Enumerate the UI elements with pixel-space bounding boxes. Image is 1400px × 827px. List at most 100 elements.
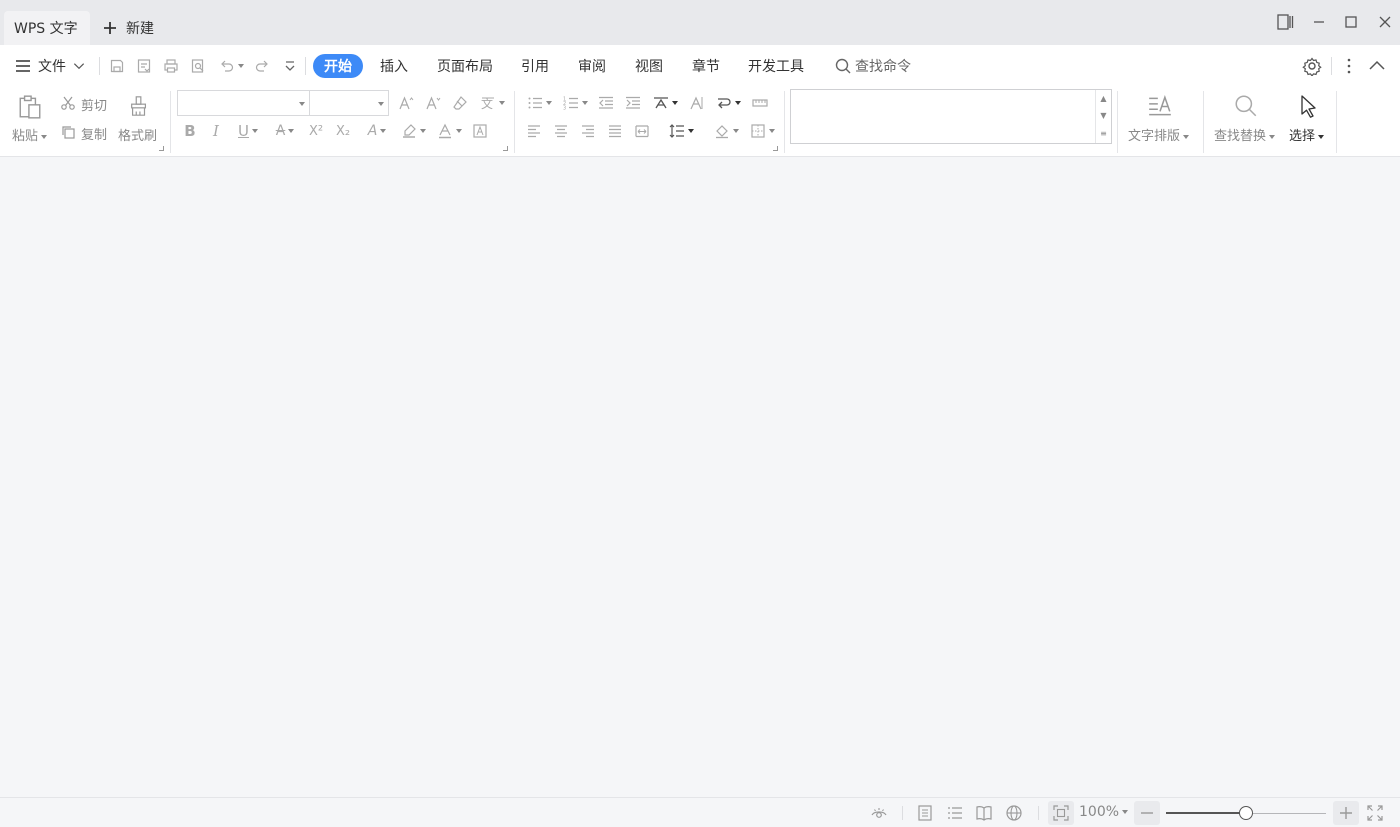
- print-button[interactable]: [161, 56, 181, 76]
- page-view-button[interactable]: [916, 804, 934, 822]
- zoom-in-button[interactable]: [1337, 804, 1355, 822]
- bullet-list-button[interactable]: [524, 93, 554, 113]
- maximize-button[interactable]: [1339, 10, 1363, 34]
- chinese-layout-button[interactable]: [650, 93, 680, 113]
- collapse-ribbon-button[interactable]: [1366, 55, 1388, 77]
- align-center-button[interactable]: [551, 121, 571, 141]
- numbered-list-button[interactable]: 123: [560, 93, 590, 113]
- minimize-button[interactable]: [1307, 10, 1331, 34]
- close-button[interactable]: [1373, 10, 1397, 34]
- distribute-button[interactable]: [632, 121, 652, 141]
- bold-button[interactable]: B: [181, 121, 199, 141]
- strikethrough-button[interactable]: A: [270, 121, 300, 141]
- format-painter-icon-wrap[interactable]: [127, 93, 151, 119]
- increase-indent-button[interactable]: [623, 93, 643, 113]
- style-gallery[interactable]: ▲ ▼ ≡: [790, 89, 1112, 144]
- find-replace-button[interactable]: 查找替换: [1214, 125, 1276, 144]
- clear-format-button[interactable]: [450, 93, 470, 113]
- line-break-button[interactable]: [713, 93, 743, 113]
- paragraph-dialog-launcher[interactable]: [773, 146, 778, 151]
- font-dialog-launcher[interactable]: [503, 146, 508, 151]
- font-name-select[interactable]: [177, 90, 310, 116]
- tab-0[interactable]: 开始: [313, 54, 363, 78]
- character-border-button[interactable]: [470, 121, 490, 141]
- border-button[interactable]: [747, 121, 777, 141]
- document-area[interactable]: [0, 157, 1400, 797]
- superscript-button[interactable]: X²: [306, 121, 326, 141]
- text-direction-button[interactable]: [686, 93, 706, 113]
- document-tab-label: WPS 文字: [14, 21, 78, 37]
- tab-6[interactable]: 章节: [692, 54, 720, 78]
- tab-2[interactable]: 页面布局: [437, 54, 493, 78]
- clipboard-dialog-launcher[interactable]: [159, 146, 164, 151]
- zoom-slider-thumb[interactable]: [1239, 806, 1253, 820]
- undo-button[interactable]: [216, 56, 246, 76]
- reading-view-button[interactable]: [975, 804, 993, 822]
- text-layout-icon-wrap[interactable]: [1146, 92, 1174, 120]
- select-button[interactable]: 选择: [1289, 125, 1325, 144]
- tab-7[interactable]: 开发工具: [748, 54, 804, 78]
- font-size-select[interactable]: [310, 90, 389, 116]
- scroll-up-icon[interactable]: ▲: [1100, 94, 1106, 103]
- chevron-up-icon: [1369, 60, 1385, 70]
- italic-button[interactable]: I: [207, 121, 225, 141]
- outdent-icon: [599, 96, 613, 109]
- tab-1[interactable]: 插入: [380, 54, 408, 78]
- settings-button[interactable]: [1301, 55, 1323, 77]
- format-painter-button[interactable]: 格式刷: [118, 125, 157, 144]
- document-tab-active[interactable]: WPS 文字: [4, 11, 90, 45]
- tab-5[interactable]: 视图: [635, 54, 663, 78]
- print-preview-button[interactable]: [188, 56, 208, 76]
- select-icon-wrap[interactable]: [1294, 92, 1322, 120]
- grow-font-button[interactable]: [396, 93, 416, 113]
- copy-icon-wrap[interactable]: [58, 123, 78, 141]
- copy-button[interactable]: 复制: [81, 124, 107, 143]
- outline-view-button[interactable]: [946, 804, 964, 822]
- fullscreen-button[interactable]: [1366, 804, 1384, 822]
- zoom-level-value: 100%: [1079, 804, 1120, 820]
- scroll-down-icon[interactable]: ▼: [1100, 112, 1106, 120]
- save-button[interactable]: [107, 56, 127, 76]
- subscript-button[interactable]: X₂: [333, 121, 353, 141]
- cut-icon-wrap[interactable]: [58, 94, 78, 112]
- font-increase-icon: [399, 96, 414, 110]
- cut-button[interactable]: 剪切: [81, 95, 107, 114]
- decrease-indent-button[interactable]: [596, 93, 616, 113]
- font-color-button[interactable]: [434, 121, 464, 141]
- zoom-out-button[interactable]: [1138, 804, 1156, 822]
- shading-button[interactable]: [711, 121, 741, 141]
- more-styles-icon[interactable]: ≡: [1100, 130, 1107, 138]
- chevron-down-icon: [73, 63, 85, 70]
- zoom-level-dropdown[interactable]: 100%: [1079, 804, 1129, 820]
- align-left-button[interactable]: [524, 121, 544, 141]
- align-right-button[interactable]: [578, 121, 598, 141]
- text-direction-icon: [690, 96, 703, 110]
- line-spacing-button[interactable]: [666, 121, 696, 141]
- shrink-font-button[interactable]: [423, 93, 443, 113]
- web-view-button[interactable]: [1005, 804, 1023, 822]
- redo-button[interactable]: [252, 56, 272, 76]
- tab-4[interactable]: 审阅: [578, 54, 606, 78]
- layout-toggle-button[interactable]: [1273, 10, 1297, 34]
- style-gallery-scroll[interactable]: ▲ ▼ ≡: [1095, 90, 1111, 143]
- customize-toolbar-button[interactable]: [280, 56, 300, 76]
- more-options-button[interactable]: [1338, 55, 1360, 77]
- paste-button[interactable]: [16, 92, 44, 122]
- find-replace-icon-wrap[interactable]: [1232, 92, 1260, 120]
- highlight-button[interactable]: [398, 121, 428, 141]
- fit-page-button[interactable]: [1052, 804, 1070, 822]
- underline-button[interactable]: U: [233, 121, 263, 141]
- eye-protection-button[interactable]: [870, 804, 888, 822]
- ruler-button[interactable]: [749, 93, 771, 113]
- text-layout-button[interactable]: 文字排版: [1128, 125, 1190, 144]
- phonetic-guide-button[interactable]: 文: [477, 93, 507, 113]
- text-effect-icon: A: [367, 123, 378, 139]
- file-menu-button[interactable]: 文件: [14, 55, 86, 77]
- output-pdf-button[interactable]: [134, 56, 154, 76]
- text-effect-button[interactable]: A: [362, 121, 392, 141]
- search-command-input[interactable]: 查找命令: [834, 54, 911, 78]
- tab-3[interactable]: 引用: [521, 54, 549, 78]
- paste-dropdown[interactable]: 粘贴: [12, 125, 48, 144]
- justify-button[interactable]: [605, 121, 625, 141]
- new-tab-button[interactable]: 新建: [102, 14, 154, 42]
